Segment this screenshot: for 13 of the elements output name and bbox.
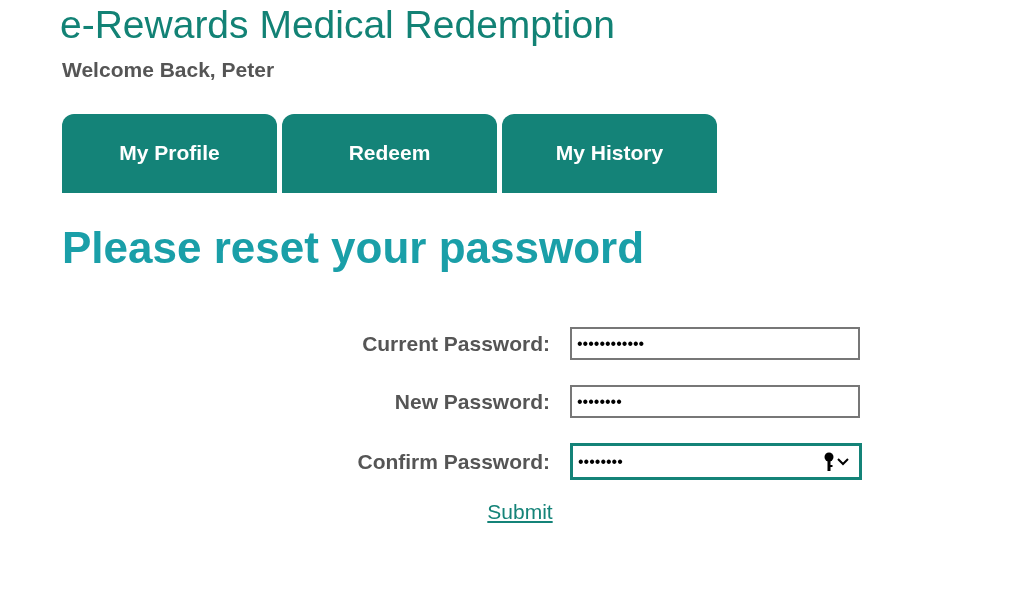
password-field[interactable]: •••••••• [570, 443, 862, 480]
welcome-text: Welcome Back, Peter [62, 58, 276, 82]
password-field[interactable]: •••••••• [570, 385, 860, 418]
nav-tab[interactable]: Redeem [282, 114, 497, 193]
page-heading: Please reset your password [62, 223, 646, 273]
site-title: e-Rewards Medical Redemption [60, 2, 616, 48]
nav-tab[interactable]: My Profile [62, 114, 277, 193]
field-label: Confirm Password: [357, 449, 550, 474]
submit-link[interactable]: Submit [487, 500, 553, 524]
field-label: Current Password: [362, 331, 550, 356]
field-label: New Password: [394, 389, 550, 414]
password-field[interactable]: •••••••••••• [570, 327, 860, 360]
nav-tab[interactable]: My History [502, 114, 717, 193]
